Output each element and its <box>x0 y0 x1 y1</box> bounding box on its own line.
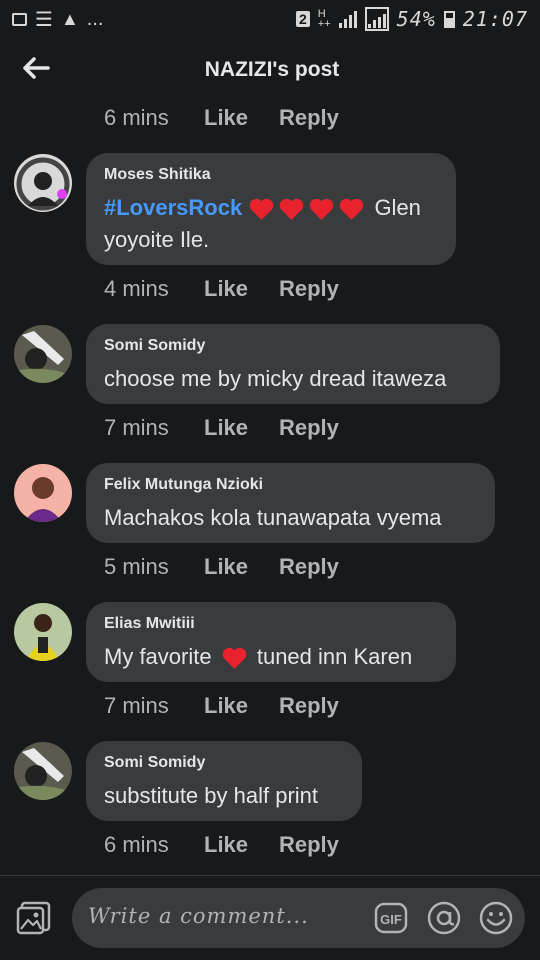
avatar-image <box>14 464 72 522</box>
comment-author[interactable]: Somi Somidy <box>104 337 482 355</box>
like-button[interactable]: Like <box>204 554 279 580</box>
avatar[interactable] <box>14 742 72 800</box>
signal-icon <box>338 10 357 28</box>
avatar[interactable] <box>14 325 72 383</box>
warning-icon: ▲ <box>60 8 79 29</box>
heart-emoji-icon <box>250 199 274 221</box>
hashtag-link[interactable]: #LoversRock <box>104 195 242 220</box>
comment-text-part: Glen <box>374 195 421 220</box>
heart-emoji-group <box>248 195 374 221</box>
comment-text: substitute by half print <box>104 783 319 808</box>
like-button[interactable]: Like <box>204 693 279 719</box>
comment-actions: 7 mins Like Reply <box>104 415 339 441</box>
reply-button[interactable]: Reply <box>279 693 339 719</box>
comment-text-part: My favorite <box>104 644 212 669</box>
comment-actions: 6 mins Like Reply <box>104 832 339 858</box>
comment-bubble[interactable]: Felix Mutunga Nzioki Machakos kola tunaw… <box>86 463 495 543</box>
comment-text: Machakos kola tunawapata vyema <box>104 505 442 530</box>
heart-emoji-icon <box>280 199 304 221</box>
reply-button[interactable]: Reply <box>279 276 339 302</box>
comment-bubble[interactable]: Somi Somidy substitute by half print <box>86 741 362 821</box>
like-button[interactable]: Like <box>204 832 279 858</box>
comment-author[interactable]: Felix Mutunga Nzioki <box>104 476 477 494</box>
gallery-icon <box>12 12 27 26</box>
comment-text: My favorite tuned inn Karen <box>104 641 438 673</box>
comment-text: choose me by micky dread itaweza <box>104 366 447 391</box>
avatar[interactable] <box>14 603 72 661</box>
avatar-image <box>14 603 72 661</box>
heart-emoji-icon <box>222 648 247 670</box>
heart-emoji-icon <box>340 199 364 221</box>
comment-actions: 6 mins Like Reply <box>104 105 339 131</box>
comment-bubble[interactable]: Moses Shitika #LoversRock Glen yoyoite I… <box>86 153 456 265</box>
like-button[interactable]: Like <box>204 276 279 302</box>
comment-timestamp: 6 mins <box>104 105 169 130</box>
comment-actions: 5 mins Like Reply <box>104 554 339 580</box>
comment-actions: 7 mins Like Reply <box>104 693 339 719</box>
comment-timestamp: 6 mins <box>104 832 169 857</box>
photo-icon[interactable] <box>16 900 52 936</box>
heart-emoji-icon <box>310 199 334 221</box>
comment-timestamp: 7 mins <box>104 693 169 718</box>
avatar-image <box>14 742 72 800</box>
gif-label: GIF <box>380 912 402 927</box>
battery-percent: 54% <box>396 7 436 31</box>
emoji-icon[interactable] <box>478 900 514 936</box>
comment-bubble[interactable]: Elias Mwitiii My favorite tuned inn Kare… <box>86 602 456 682</box>
avatar-image <box>14 325 72 383</box>
status-left: ☰ ▲ ... <box>12 7 103 32</box>
sim-badge-icon: 2 <box>296 11 310 27</box>
clock: 21:07 <box>462 7 528 31</box>
app-header: NAZIZI's post <box>0 38 540 102</box>
like-button[interactable]: Like <box>204 105 279 131</box>
more-notifications: ... <box>86 7 104 30</box>
comment-timestamp: 5 mins <box>104 554 169 579</box>
reply-button[interactable]: Reply <box>279 554 339 580</box>
comment-timestamp: 7 mins <box>104 415 169 440</box>
signal-2-icon <box>364 7 389 31</box>
comment-text-part: yoyoite Ile. <box>104 227 210 252</box>
comment-author[interactable]: Elias Mwitiii <box>104 615 438 633</box>
list-icon: ☰ <box>35 8 53 31</box>
data-icon: H ++ <box>317 8 331 30</box>
comment-author[interactable]: Moses Shitika <box>104 166 438 184</box>
status-right: 2 H ++ 54% 21:07 <box>296 7 528 31</box>
avatar[interactable] <box>14 154 72 212</box>
gif-icon[interactable]: GIF <box>374 902 408 934</box>
comment-text: #LoversRock Glen yoyoite Ile. <box>104 192 438 256</box>
status-bar: ☰ ▲ ... 2 H ++ 54% 21:07 <box>0 0 540 38</box>
comment-text-part: tuned inn Karen <box>256 644 413 669</box>
arrow-left-icon[interactable] <box>22 57 50 79</box>
comment-actions: 4 mins Like Reply <box>104 276 339 302</box>
comment-timestamp: 4 mins <box>104 276 169 301</box>
comment-input-placeholder: Write a comment... <box>88 904 309 928</box>
comment-input[interactable]: Write a comment... GIF <box>72 888 525 948</box>
reply-button[interactable]: Reply <box>279 832 339 858</box>
reply-button[interactable]: Reply <box>279 105 339 131</box>
battery-icon <box>443 10 455 28</box>
avatar[interactable] <box>14 464 72 522</box>
reply-button[interactable]: Reply <box>279 415 339 441</box>
comment-author[interactable]: Somi Somidy <box>104 754 344 772</box>
at-icon[interactable] <box>426 900 462 936</box>
comment-bubble[interactable]: Somi Somidy choose me by micky dread ita… <box>86 324 500 404</box>
page-title: NAZIZI's post <box>204 58 340 81</box>
avatar-image <box>14 154 72 212</box>
like-button[interactable]: Like <box>204 415 279 441</box>
